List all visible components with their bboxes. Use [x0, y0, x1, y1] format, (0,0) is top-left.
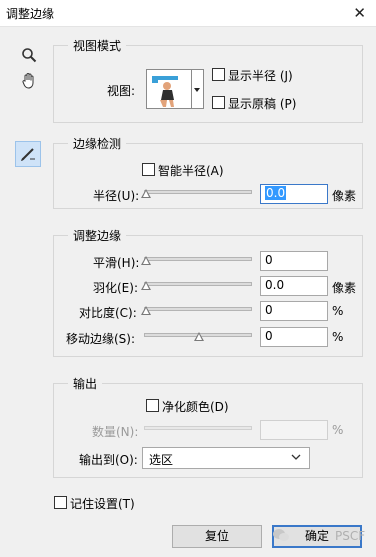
feather-slider-thumb[interactable] [141, 281, 151, 290]
remember-settings-label: 记住设置(T) [70, 497, 135, 511]
contrast-value: 0 [265, 303, 273, 317]
radius-value: 0.0 [265, 186, 287, 200]
output-to-label: 输出到(O): [79, 453, 138, 467]
decontaminate-checkbox[interactable] [146, 399, 159, 412]
show-radius-label: 显示半径 (J) [228, 69, 293, 83]
show-original-checkbox[interactable] [212, 96, 225, 109]
view-label: 视图: [107, 84, 136, 98]
contrast-unit: % [332, 304, 344, 318]
output-to-value: 选区 [149, 453, 174, 467]
view-mode-dropdown-button[interactable] [192, 69, 204, 109]
reset-button[interactable]: 复位 [172, 525, 262, 548]
view-mode-legend: 视图模式 [68, 37, 127, 54]
radius-unit: 像素 [332, 189, 357, 203]
smooth-input[interactable]: 0 [260, 251, 328, 271]
window-title: 调整边缘 [6, 7, 55, 21]
radius-label: 半径(U): [93, 189, 140, 203]
shift-edge-input[interactable]: 0 [260, 327, 328, 347]
contrast-slider-track[interactable] [144, 307, 252, 311]
smart-radius-checkbox[interactable] [142, 163, 155, 176]
radius-slider-track[interactable] [144, 190, 252, 194]
amount-input [260, 420, 328, 440]
shift-edge-slider-thumb[interactable] [194, 332, 204, 341]
smooth-slider-thumb[interactable] [141, 256, 151, 265]
remember-settings-checkbox[interactable] [54, 496, 67, 509]
feather-value: 0.0 [265, 278, 285, 292]
view-preview-thumbnail[interactable] [146, 69, 192, 109]
shift-edge-label: 移动边缘(S): [66, 332, 136, 346]
smart-radius-label: 智能半径(A) [158, 164, 224, 178]
feather-unit: 像素 [332, 281, 357, 295]
chevron-down-icon [291, 452, 301, 465]
contrast-input[interactable]: 0 [260, 301, 328, 321]
radius-slider-thumb[interactable] [141, 189, 151, 198]
output-to-select[interactable]: 选区 [142, 447, 310, 469]
feather-slider-track[interactable] [144, 282, 252, 286]
feather-label: 羽化(E): [93, 281, 138, 295]
close-icon[interactable]: ✕ [353, 4, 366, 22]
amount-slider-track [144, 426, 252, 430]
decontaminate-label: 净化颜色(D) [162, 400, 229, 414]
adjust-edge-legend: 调整边缘 [68, 227, 127, 244]
magnifier-icon[interactable] [16, 42, 42, 68]
smooth-slider-track[interactable] [144, 257, 252, 261]
shift-edge-unit: % [332, 330, 344, 344]
show-radius-checkbox[interactable] [212, 68, 225, 81]
contrast-slider-thumb[interactable] [141, 306, 151, 315]
amount-unit: % [332, 423, 344, 437]
watermark-logo-icon [272, 528, 290, 545]
amount-label: 数量(N): [92, 425, 139, 439]
smooth-value: 0 [265, 253, 273, 267]
radius-input[interactable]: 0.0 [260, 184, 328, 204]
watermark-text: PSCF [335, 529, 366, 543]
edge-detection-legend: 边缘检测 [68, 135, 127, 152]
feather-input[interactable]: 0.0 [260, 276, 328, 296]
hand-icon[interactable] [16, 68, 42, 94]
contrast-label: 对比度(C): [79, 306, 137, 320]
view-mode-group: 视图模式 [53, 37, 363, 123]
smooth-label: 平滑(H): [93, 256, 140, 270]
refine-radius-brush-icon[interactable] [15, 141, 41, 167]
show-original-label: 显示原稿 (P) [228, 97, 297, 111]
output-legend: 输出 [68, 375, 103, 392]
title-bar: 调整边缘 ✕ [0, 0, 376, 27]
shift-edge-value: 0 [265, 329, 273, 343]
